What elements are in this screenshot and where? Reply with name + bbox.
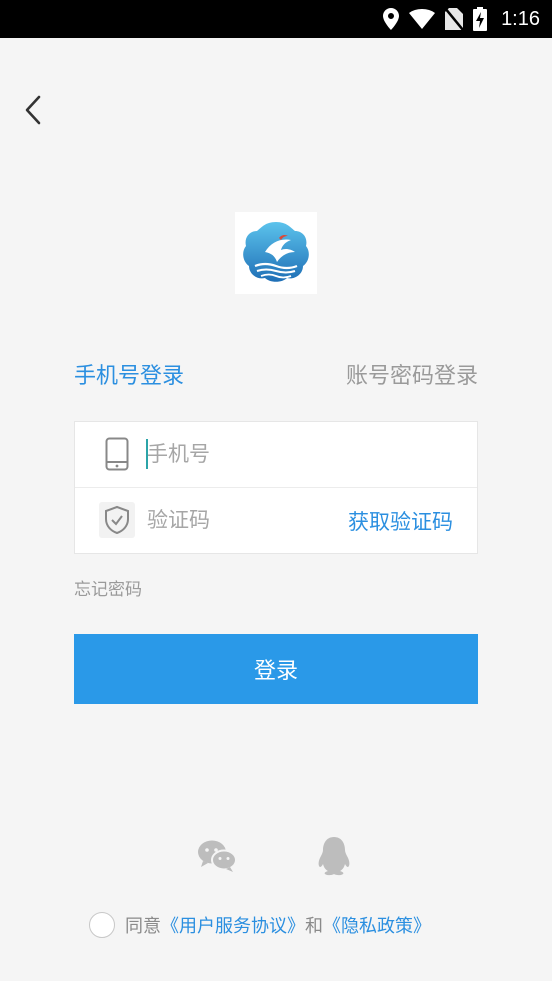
battery-charging-icon: [473, 7, 488, 31]
agreement-prefix: 同意: [125, 916, 161, 937]
chevron-left-icon: [25, 95, 41, 125]
status-icons: 1:16: [383, 0, 540, 38]
get-code-button[interactable]: 获取验证码: [348, 506, 453, 536]
wechat-icon[interactable]: [197, 836, 237, 876]
location-icon: [383, 8, 400, 30]
phone-icon: [99, 436, 135, 472]
phone-row: [75, 422, 477, 488]
wifi-icon: [409, 9, 436, 29]
tab-phone-login[interactable]: 手机号登录: [74, 358, 184, 390]
status-time: 1:16: [501, 7, 540, 30]
verification-code-input[interactable]: [147, 504, 367, 536]
agreement-and: 和: [305, 916, 323, 937]
app-logo-icon: [243, 222, 309, 282]
user-agreement-link[interactable]: 《用户服务协议》: [161, 912, 305, 938]
tab-account-login[interactable]: 账号密码登录: [346, 358, 478, 390]
phone-input[interactable]: [147, 438, 367, 470]
forgot-password-link[interactable]: 忘记密码: [74, 575, 142, 600]
login-form: 获取验证码: [74, 421, 478, 554]
login-button[interactable]: 登录: [74, 634, 478, 704]
app-logo: [235, 212, 317, 294]
agreement-checkbox[interactable]: [89, 912, 115, 938]
shield-check-icon: [99, 502, 135, 538]
status-bar: 1:16: [0, 0, 552, 38]
privacy-policy-link[interactable]: 《隐私政策》: [323, 912, 431, 938]
no-sim-icon: [445, 8, 464, 30]
back-button[interactable]: [18, 92, 48, 128]
qq-icon[interactable]: [314, 836, 354, 876]
agreement-row: 同意 《用户服务协议》 和 《隐私政策》: [89, 910, 431, 940]
code-row: 获取验证码: [75, 488, 477, 553]
